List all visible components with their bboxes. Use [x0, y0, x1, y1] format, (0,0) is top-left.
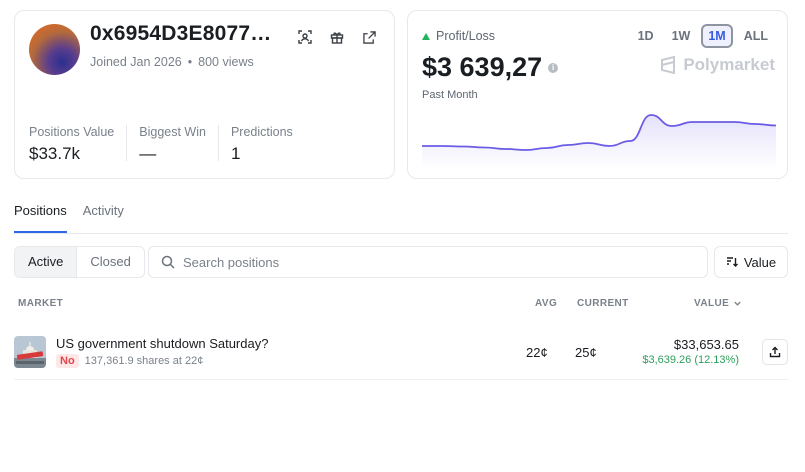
- current-price: 25¢: [575, 345, 597, 360]
- stat-value: $33.7k: [29, 144, 81, 163]
- range-1m[interactable]: 1M: [701, 24, 733, 48]
- sparkline-area: [422, 115, 776, 169]
- range-1w[interactable]: 1W: [665, 24, 698, 48]
- tab-bar: Positions Activity: [14, 203, 788, 234]
- range-1d[interactable]: 1D: [631, 24, 661, 48]
- pnl-label: Profit/Loss: [422, 29, 495, 43]
- position-pnl: $3,639.26 (12.13%): [642, 354, 739, 366]
- joined-date: Joined Jan 2026: [90, 55, 182, 69]
- range-selector: 1D 1W 1M ALL: [631, 24, 775, 48]
- filter-closed-button[interactable]: Closed: [77, 247, 143, 277]
- trend-up-icon: [422, 32, 430, 40]
- sort-value-button[interactable]: Value: [714, 246, 788, 278]
- filter-active-button[interactable]: Active: [15, 247, 78, 277]
- pnl-card: Profit/Loss $3 639,27 i Past Month 1D 1W…: [407, 10, 788, 179]
- brand-name: Polymarket: [683, 55, 775, 74]
- table-row[interactable]: US government shutdown Saturday? No 137,…: [14, 323, 788, 380]
- search-icon: [161, 255, 175, 269]
- pnl-value: $3 639,27 i: [422, 52, 559, 83]
- avatar: [29, 24, 80, 75]
- profile-actions: [297, 29, 377, 45]
- sort-icon: [726, 257, 738, 267]
- tab-activity[interactable]: Activity: [83, 203, 124, 233]
- gift-icon[interactable]: [329, 29, 345, 45]
- share-count: 137,361.9 shares at 22¢: [84, 355, 204, 367]
- search-box: [148, 246, 708, 278]
- outcome-badge: No: [56, 354, 79, 368]
- stat-label: Positions Value: [29, 125, 115, 139]
- pnl-amount: $3 639,27: [422, 52, 543, 82]
- brand-watermark: Polymarket: [659, 55, 775, 75]
- pnl-label-text: Profit/Loss: [436, 29, 496, 43]
- stat-predictions: Predictions 1: [230, 125, 305, 163]
- avg-price: 22¢: [526, 345, 548, 360]
- sort-label: Value: [743, 254, 777, 270]
- chevron-down-icon: [734, 301, 741, 306]
- range-all[interactable]: ALL: [737, 24, 775, 48]
- stat-value: —: [139, 144, 157, 163]
- share-icon: [769, 346, 781, 358]
- profile-meta: Joined Jan 2026 • 800 views: [90, 55, 254, 69]
- header-value-label: VALUE: [694, 298, 730, 309]
- header-market: MARKET: [18, 298, 64, 309]
- stat-biggest-win: Biggest Win —: [139, 125, 219, 163]
- share-button[interactable]: [762, 339, 788, 365]
- view-count: 800 views: [198, 55, 254, 69]
- header-avg[interactable]: AVG: [535, 298, 557, 309]
- stat-label: Predictions: [230, 125, 293, 139]
- polymarket-logo-icon: [661, 56, 676, 74]
- meta-separator: •: [187, 55, 193, 69]
- pnl-sparkline: [422, 114, 776, 169]
- tab-positions[interactable]: Positions: [14, 203, 67, 233]
- position-value: $33,653.65: [673, 337, 739, 352]
- status-filter: Active Closed: [14, 246, 145, 278]
- header-current[interactable]: CURRENT: [577, 298, 629, 309]
- pnl-period: Past Month: [422, 89, 478, 101]
- search-input[interactable]: [183, 254, 683, 270]
- external-link-icon[interactable]: [361, 29, 377, 45]
- market-title[interactable]: US government shutdown Saturday?: [56, 336, 268, 351]
- stat-value: 1: [230, 144, 241, 163]
- profile-card: 0x6954D3E80774... Joined Jan 2026 • 800 vi…: [14, 10, 395, 179]
- position-details: No 137,361.9 shares at 22¢: [56, 354, 203, 368]
- header-value[interactable]: VALUE: [694, 298, 742, 309]
- market-thumbnail: [14, 336, 46, 368]
- username: 0x6954D3E80774...: [90, 22, 280, 45]
- scan-icon[interactable]: [297, 29, 313, 45]
- info-icon[interactable]: i: [548, 62, 559, 73]
- profile-stats: Positions Value $33.7k Biggest Win — Pre…: [29, 125, 317, 163]
- stat-positions-value: Positions Value $33.7k: [29, 125, 128, 163]
- stat-label: Biggest Win: [139, 125, 206, 139]
